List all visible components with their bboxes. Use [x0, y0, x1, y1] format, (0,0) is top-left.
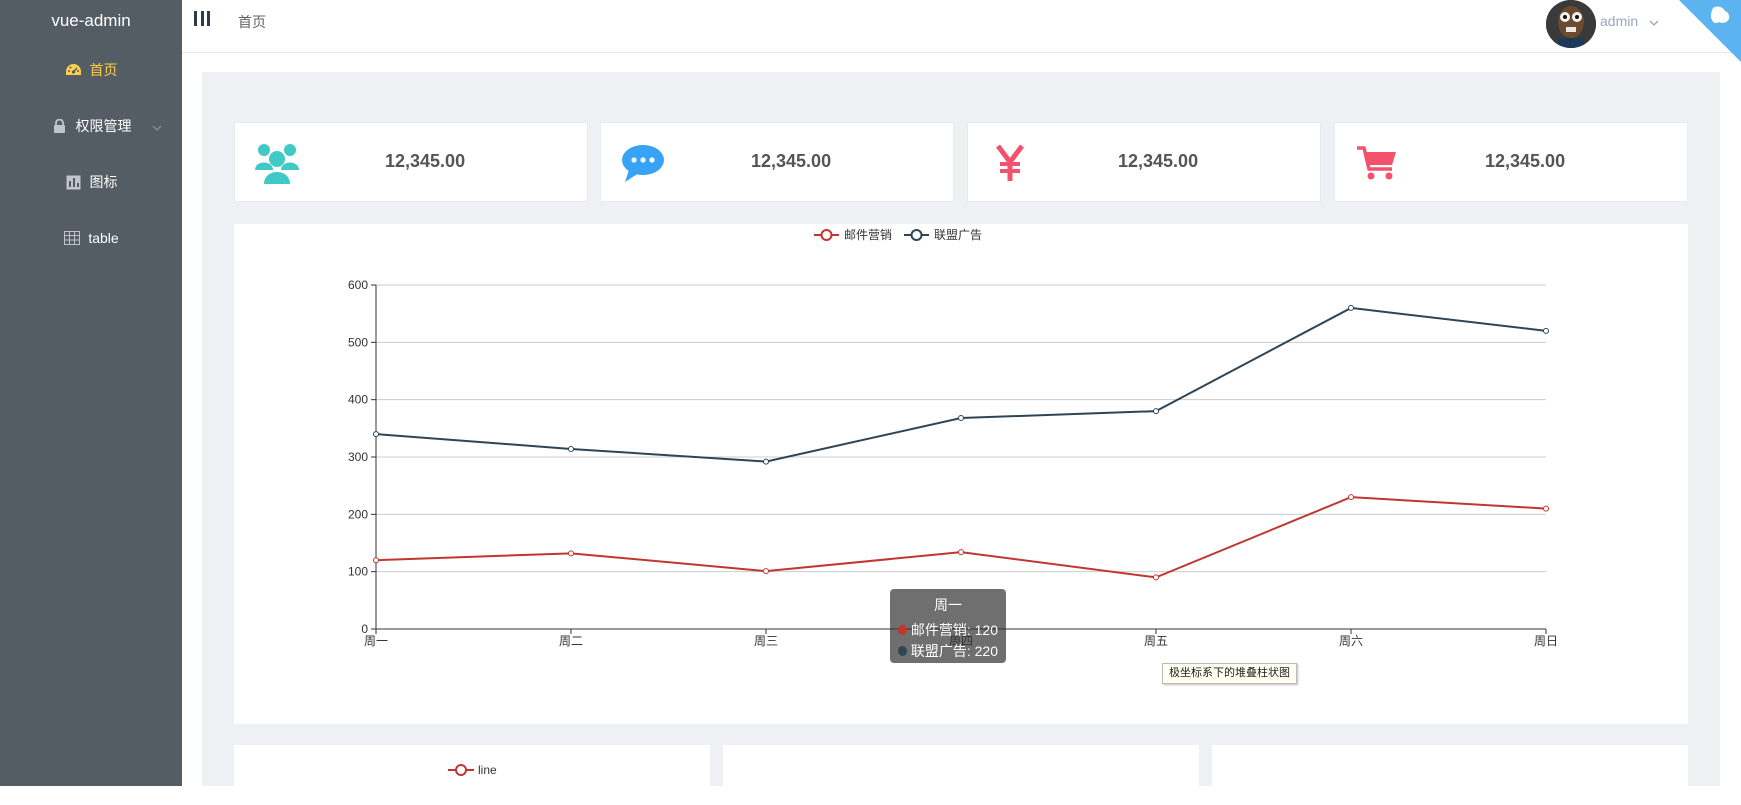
- y-tick-label: 300: [348, 450, 368, 464]
- shopping-cart-icon: [1353, 139, 1401, 187]
- data-point[interactable]: [1153, 408, 1159, 415]
- tooltip-row: 邮件营销: 120: [898, 619, 998, 640]
- legend-label[interactable]: 邮件营销: [844, 228, 892, 242]
- legend-marker-icon[interactable]: [820, 229, 833, 241]
- data-point[interactable]: [1348, 304, 1354, 311]
- sidebar-item-label: 图标: [89, 174, 118, 190]
- series-line: [375, 306, 1547, 463]
- series-dot-icon: [898, 645, 907, 656]
- sidebar-item-icons[interactable]: 图标: [0, 154, 182, 210]
- yen-icon: [986, 139, 1034, 187]
- tooltip-series: 邮件营销: [910, 621, 967, 638]
- legend-line-icon: [448, 764, 474, 776]
- people-icon: [253, 139, 301, 187]
- message-icon: [619, 139, 667, 187]
- tooltip-value: 120: [974, 621, 998, 638]
- x-tick-label: 周六: [1339, 634, 1363, 648]
- sidebar-item-home[interactable]: 首页: [0, 42, 182, 98]
- panel-value: 12,345.00: [751, 151, 832, 171]
- sidebar-item-label: 首页: [89, 62, 118, 78]
- legend-marker-icon[interactable]: [910, 229, 923, 241]
- tooltip-title: 周一: [934, 597, 962, 613]
- y-tick-label: 500: [348, 335, 368, 349]
- panel-shopping[interactable]: 12,345.00: [1334, 122, 1688, 202]
- tooltip-row: 联盟广告: 220: [898, 640, 998, 661]
- chart-tooltip: 周一 邮件营销: 120 联盟广告: 220: [890, 589, 1006, 663]
- chart-legend-item[interactable]: line: [448, 763, 497, 777]
- chevron-down-icon: [152, 118, 162, 134]
- data-point[interactable]: [763, 458, 769, 465]
- y-tick-label: 400: [348, 393, 368, 407]
- series-line: [375, 496, 1547, 579]
- sidebar-item-label: table: [88, 230, 119, 246]
- data-point[interactable]: [958, 549, 964, 556]
- panel-value: 12,345.00: [1485, 151, 1566, 171]
- github-corner-icon[interactable]: [1669, 0, 1741, 72]
- sidebar-item-permission[interactable]: 权限管理: [0, 98, 182, 154]
- data-point[interactable]: [373, 557, 379, 564]
- tooltip-series: 联盟广告: [910, 642, 967, 659]
- sidebar-menu: 首页 权限管理 图标 table: [0, 42, 182, 266]
- hamburger-icon[interactable]: [194, 11, 210, 29]
- data-point[interactable]: [763, 568, 769, 575]
- breadcrumb[interactable]: 首页: [238, 12, 266, 32]
- lock-icon: [51, 117, 69, 135]
- dashboard-main: 12,345.00 12,345.00 12,345.00 12,345.00 …: [202, 72, 1720, 805]
- legend-label: line: [478, 763, 497, 777]
- data-point[interactable]: [1543, 327, 1549, 334]
- data-point[interactable]: [568, 550, 574, 557]
- avatar[interactable]: [1546, 0, 1596, 48]
- data-point[interactable]: [568, 445, 574, 452]
- table-icon: [63, 229, 81, 247]
- series-dot-icon: [898, 624, 907, 635]
- x-tick-label: 周日: [1534, 634, 1558, 648]
- tooltip-value: 220: [974, 642, 998, 659]
- bottom-chart-card: [1212, 745, 1688, 805]
- hover-tooltip: 极坐标系下的堆叠柱状图: [1162, 663, 1297, 684]
- username[interactable]: admin: [1600, 13, 1638, 29]
- panel-messages[interactable]: 12,345.00: [600, 122, 954, 202]
- panel-group: 12,345.00 12,345.00 12,345.00 12,345.00: [234, 122, 1688, 202]
- panel-money[interactable]: 12,345.00: [967, 122, 1321, 202]
- chevron-down-icon[interactable]: [1649, 14, 1659, 32]
- y-tick-label: 100: [348, 565, 368, 579]
- data-point[interactable]: [373, 431, 379, 438]
- dashboard-icon: [65, 61, 83, 79]
- x-tick-label: 周一: [364, 634, 388, 648]
- data-point[interactable]: [1153, 574, 1159, 581]
- sidebar-item-label: 权限管理: [75, 118, 132, 134]
- y-tick-label: 200: [348, 507, 368, 521]
- legend-label[interactable]: 联盟广告: [934, 228, 982, 242]
- sidebar: vue-admin 首页 权限管理 图标 table: [0, 0, 182, 786]
- panel-value: 12,345.00: [385, 151, 466, 171]
- x-tick-label: 周五: [1144, 634, 1168, 648]
- y-tick-label: 600: [348, 278, 368, 292]
- navbar: 首页 admin: [182, 0, 1741, 53]
- data-point[interactable]: [1543, 505, 1549, 512]
- chart-icon: [65, 173, 83, 191]
- line-chart-card: 0100200300400500600周一周二周三周四周五周六周日邮件营销联盟广…: [234, 224, 1688, 724]
- bottom-chart-card: [723, 745, 1199, 805]
- data-point[interactable]: [1348, 494, 1354, 501]
- panel-visitors[interactable]: 12,345.00: [234, 122, 588, 202]
- sidebar-item-table[interactable]: table: [0, 210, 182, 266]
- data-point[interactable]: [958, 415, 964, 422]
- x-tick-label: 周二: [559, 634, 583, 648]
- x-tick-label: 周三: [754, 634, 778, 648]
- panel-value: 12,345.00: [1118, 151, 1199, 171]
- brand-logo: vue-admin: [51, 11, 131, 30]
- bottom-chart-card: line: [234, 745, 710, 805]
